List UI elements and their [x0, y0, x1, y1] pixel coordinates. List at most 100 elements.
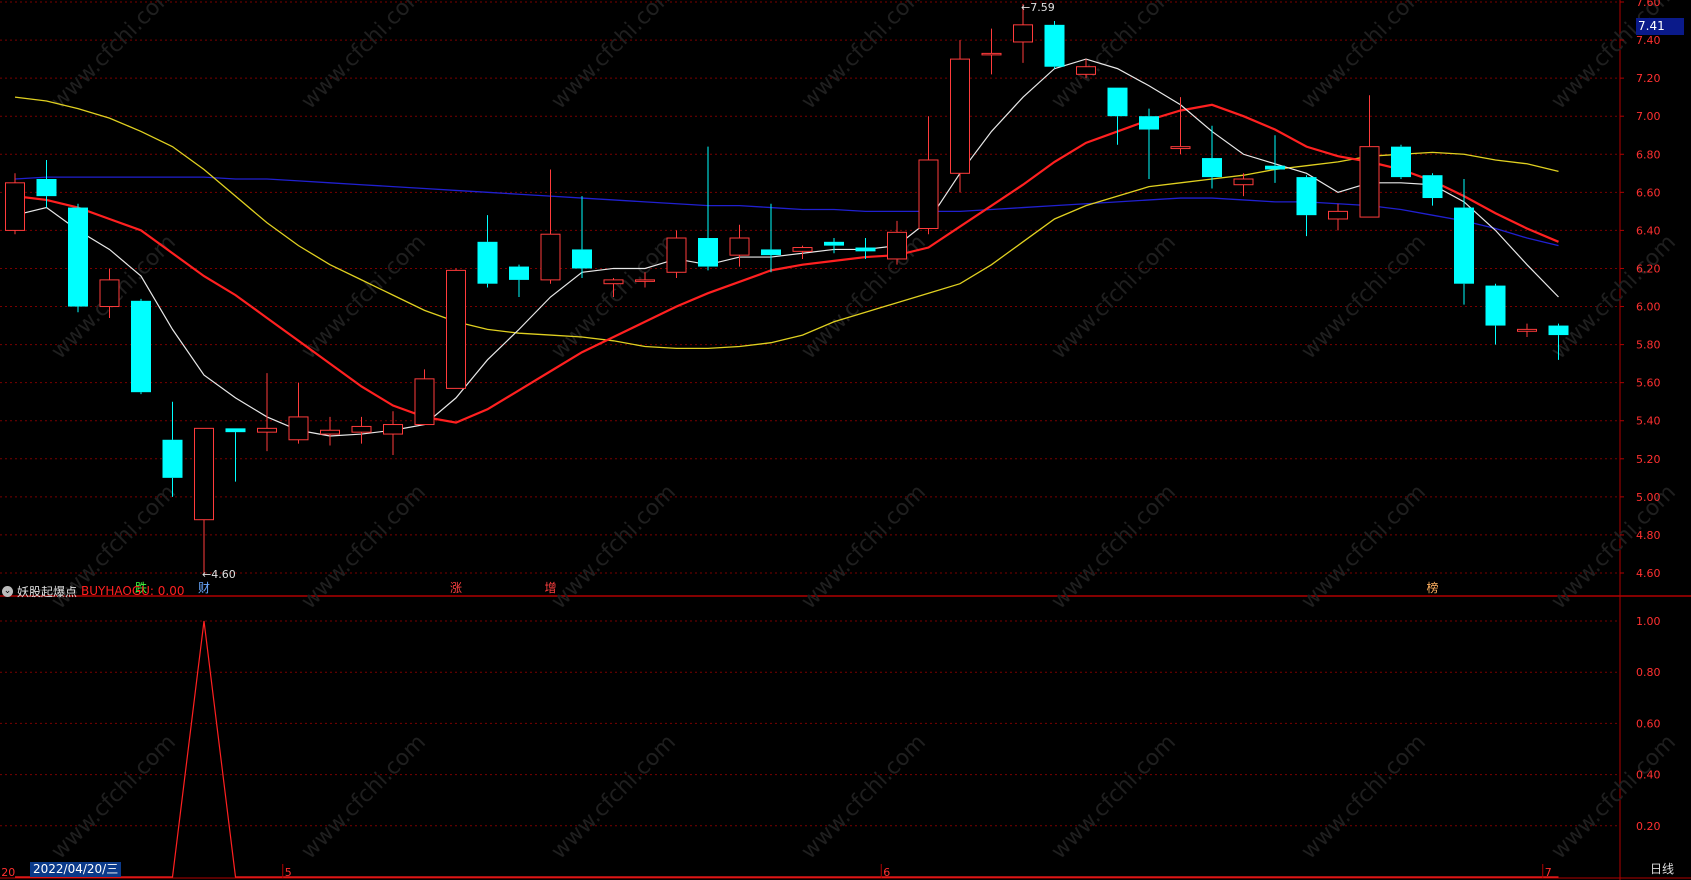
candle[interactable] — [918, 116, 939, 235]
price-tick-label: 6.60 — [1636, 186, 1661, 199]
candle[interactable] — [761, 203, 781, 273]
candle[interactable] — [950, 40, 970, 193]
candle-body — [320, 429, 340, 435]
candle[interactable] — [351, 416, 372, 444]
candle-body — [351, 425, 372, 433]
news-tag: 涨 — [450, 580, 462, 595]
candle[interactable] — [1328, 203, 1348, 231]
indicator-tick-label: 0.60 — [1636, 717, 1661, 730]
price-tick-label: 7.00 — [1636, 110, 1661, 123]
candle-body — [729, 237, 750, 256]
stock-chart[interactable]: www.cfchi.com www.cfchi.com www.cfchi.com w… — [0, 0, 1691, 880]
price-tick-label: 6.20 — [1636, 262, 1661, 275]
watermark-text: www.cfchi.com — [547, 480, 681, 614]
candle[interactable] — [36, 159, 57, 208]
candle-body — [792, 247, 813, 252]
watermark-text: www.cfchi.com — [1547, 480, 1681, 614]
grid — [0, 0, 1691, 880]
news-tag: 榜 — [1427, 580, 1439, 595]
candle[interactable] — [414, 369, 435, 426]
news-tag: 增 — [545, 581, 557, 595]
candle-body — [1391, 146, 1411, 178]
candle-body — [918, 159, 939, 229]
candle[interactable] — [477, 215, 498, 288]
month-label: 20 — [1, 866, 15, 879]
candle-body — [1013, 24, 1033, 43]
candle[interactable] — [383, 411, 403, 455]
candle[interactable] — [1139, 108, 1159, 180]
price-tick-label: 5.60 — [1636, 377, 1661, 390]
period-button[interactable]: 日线 — [1633, 859, 1691, 879]
candle[interactable] — [666, 230, 687, 278]
candle-body — [1265, 165, 1285, 170]
indicator-name: 妖股起爆点 — [17, 584, 78, 599]
candle[interactable] — [824, 238, 844, 254]
watermark-text: www.cfchi.com — [1297, 730, 1431, 864]
candle[interactable] — [288, 382, 309, 444]
candle-body — [887, 231, 907, 260]
candle-body — [446, 269, 466, 389]
candle-body — [225, 428, 246, 433]
candle[interactable] — [446, 268, 466, 389]
watermark-text: www.cfchi.com — [297, 480, 431, 614]
candle-body — [1359, 146, 1380, 218]
candle[interactable] — [1422, 173, 1443, 206]
candle[interactable] — [887, 220, 907, 265]
candle[interactable] — [1485, 283, 1506, 345]
candle[interactable] — [981, 28, 1002, 75]
collapse-circle-icon[interactable]: ⌄ — [2, 585, 13, 597]
candle[interactable] — [257, 373, 277, 452]
candle[interactable] — [1296, 175, 1317, 237]
candle[interactable] — [1359, 95, 1380, 218]
price-tick-label: 4.80 — [1636, 529, 1661, 542]
candle[interactable] — [1391, 144, 1411, 180]
candle-body — [540, 233, 561, 281]
candle[interactable] — [540, 169, 561, 284]
candle-body — [1548, 325, 1569, 336]
watermark-text: www.cfchi.com — [1547, 730, 1681, 864]
candle-body — [1485, 285, 1506, 326]
watermark-text: www.cfchi.com — [1047, 730, 1181, 864]
candle-body — [950, 58, 970, 174]
candle-body — [824, 241, 844, 246]
indicator-tick-label: 1.00 — [1636, 615, 1661, 628]
candle-body — [1107, 87, 1128, 117]
candle[interactable] — [225, 428, 246, 482]
news-tag: 财 — [198, 581, 210, 595]
current-price-tag: 7.41 — [1636, 18, 1684, 35]
candle-body — [1044, 24, 1065, 67]
watermark-text: www.cfchi.com — [297, 0, 431, 114]
candle-body — [855, 247, 876, 252]
indicator-tick-label: 0.80 — [1636, 666, 1661, 679]
candle[interactable] — [5, 173, 25, 235]
candle[interactable] — [698, 146, 718, 271]
watermark-text: www.cfchi.com — [797, 0, 931, 114]
candle[interactable] — [572, 196, 592, 278]
candle-body — [1328, 210, 1348, 220]
candle[interactable] — [509, 264, 529, 298]
candle[interactable] — [1107, 87, 1128, 145]
candle-body — [1170, 146, 1191, 150]
candle-body — [761, 249, 781, 256]
candle[interactable] — [1170, 97, 1191, 155]
price-tick-label: 5.00 — [1636, 491, 1661, 504]
candle[interactable] — [68, 203, 88, 313]
candle[interactable] — [729, 224, 750, 267]
watermark-text: www.cfchi.com — [1297, 230, 1431, 364]
candle[interactable] — [194, 427, 214, 573]
candle[interactable] — [1265, 135, 1285, 183]
price-tick-label: 6.40 — [1636, 224, 1661, 237]
candle[interactable] — [131, 298, 151, 395]
candle[interactable] — [1202, 125, 1222, 189]
ma30-line — [14, 96, 1559, 350]
watermark-text: www.cfchi.com — [297, 230, 431, 364]
candle-body — [131, 300, 151, 393]
indicator-value: BUYHAOGU: 0.00 — [81, 584, 185, 598]
watermark-text: www.cfchi.com — [547, 0, 681, 114]
candle-body — [1296, 177, 1317, 216]
indicator-tick-label: 0.20 — [1636, 820, 1661, 833]
candle[interactable] — [1044, 21, 1065, 69]
candle-body — [666, 237, 687, 273]
candle[interactable] — [1517, 323, 1537, 337]
month-label: 5 — [285, 866, 292, 879]
